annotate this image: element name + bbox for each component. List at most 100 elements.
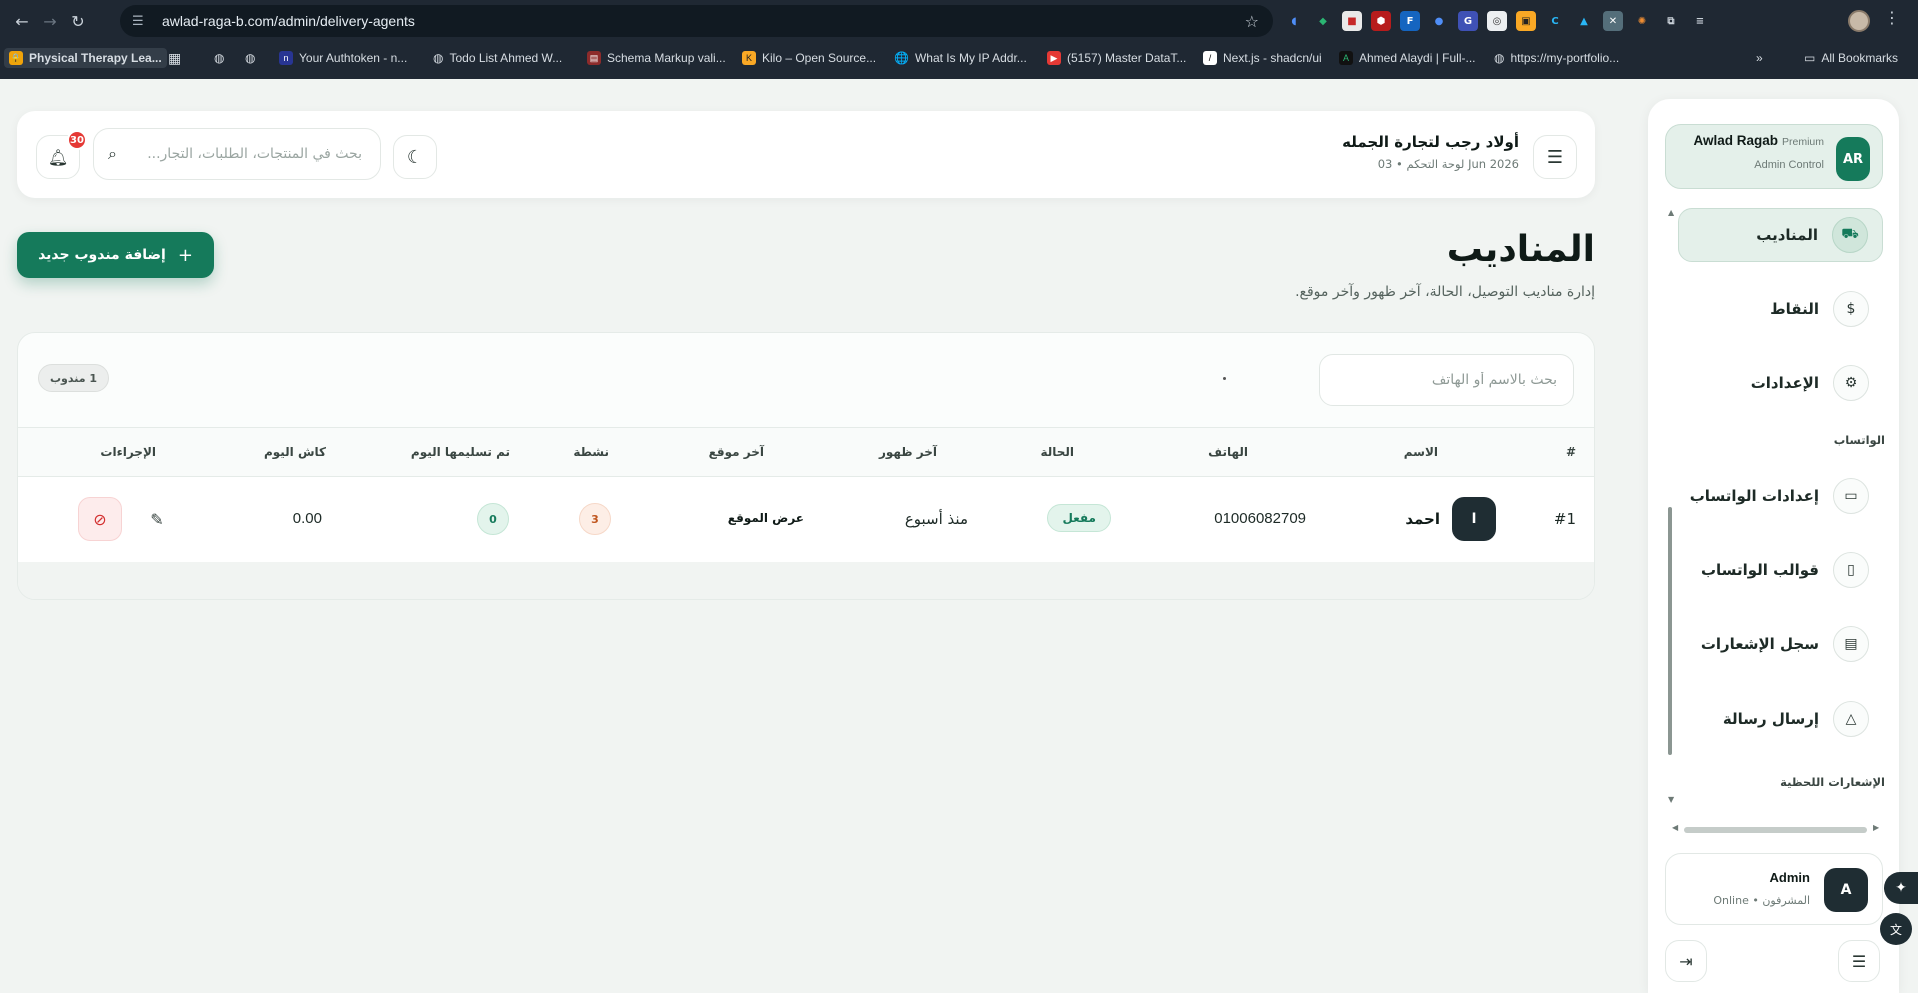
extension-icon[interactable]: ◎	[1487, 11, 1507, 31]
bookmarks-overflow-icon[interactable]: »	[1756, 48, 1763, 68]
address-bar[interactable]: ☰ awlad-raga-b.com/admin/delivery-agents…	[120, 5, 1273, 37]
globe-icon: 🌐	[894, 51, 909, 65]
back-icon[interactable]: ←	[8, 7, 36, 35]
reading-list-icon[interactable]: ≡	[1690, 11, 1710, 31]
view-location-link[interactable]: عرض الموقع	[728, 511, 804, 525]
tenant-profile-card[interactable]: AR Awlad Ragab Premium Admin Control	[1665, 124, 1883, 189]
notifications-button[interactable]: 🔔︎ 30	[36, 130, 87, 179]
extension-icon[interactable]: ⬢	[1371, 11, 1391, 31]
sidebar-item-whatsapp-settings[interactable]: إعدادات الواتساب ▭	[1678, 469, 1883, 523]
table-row[interactable]: #1 ا احمد 01006082709 مفعل منذ أسبوع عرض…	[18, 477, 1594, 562]
delete-button[interactable]: ⊘	[78, 497, 122, 541]
agents-search-input[interactable]	[1336, 372, 1557, 388]
agents-search	[1319, 354, 1574, 406]
sidebar-item-label: إعدادات الواتساب	[1689, 487, 1819, 505]
apps-grid-icon[interactable]: ▦	[168, 48, 181, 68]
site-info-icon[interactable]: ☰	[132, 14, 150, 29]
coin-icon: $	[1833, 291, 1869, 327]
warning-icon: △	[1833, 701, 1869, 737]
browser-profile-avatar[interactable]	[1848, 10, 1870, 32]
browser-chrome: ← → ↻ ☰ awlad-raga-b.com/admin/delivery-…	[0, 0, 1918, 79]
ai-assistant-button[interactable]: ✦	[1884, 872, 1918, 904]
bookmark-item[interactable]: A Ahmed Alaydi | Full-...	[1339, 48, 1476, 68]
col-phone: الهاتف	[1208, 445, 1248, 459]
plus-icon: +	[177, 244, 193, 266]
sidebar-scrollbar[interactable]	[1668, 507, 1672, 755]
admin-name: Admin	[1769, 870, 1810, 885]
extension-icon[interactable]: ✕	[1603, 11, 1623, 31]
logout-button[interactable]: ⇥	[1665, 940, 1707, 982]
sidebar-item-settings[interactable]: الإعدادات ⚙	[1678, 356, 1883, 410]
extension-icon[interactable]: F	[1400, 11, 1420, 31]
col-status: الحالة	[1040, 445, 1074, 459]
extensions-puzzle-icon[interactable]: ⧉	[1661, 11, 1681, 31]
bell-icon: 🔔︎	[47, 147, 69, 167]
bookmark-item[interactable]: 🔒 Physical Therapy Lea...	[4, 48, 167, 68]
bookmark-item[interactable]: ◍ Todo List Ahmed W...	[433, 48, 562, 68]
globe-icon: ◍	[1494, 51, 1505, 65]
sidebar-item-label: المناديب	[1756, 226, 1818, 244]
truck-icon: ⛟	[1832, 217, 1868, 253]
tenant-name: Awlad Ragab	[1693, 133, 1778, 148]
extension-icon[interactable]: ▣	[1516, 11, 1536, 31]
edit-button[interactable]: ✎	[135, 497, 179, 541]
scroll-up-icon[interactable]: ▲	[1668, 208, 1674, 217]
forward-icon[interactable]: →	[36, 7, 64, 35]
menu-toggle-button[interactable]: ☰	[1533, 135, 1577, 179]
bookmark-label: Next.js - shadcn/ui	[1223, 51, 1322, 65]
bookmark-item[interactable]: ▶ (5157) Master DataT...	[1047, 48, 1186, 68]
browser-menu-icon[interactable]: ⋮	[1884, 8, 1900, 27]
admin-user-card[interactable]: A Admin المشرفون • Online	[1665, 853, 1883, 925]
sidebar-item-whatsapp-templates[interactable]: قوالب الواتساب ▯	[1678, 543, 1883, 597]
translate-button[interactable]: 文	[1880, 913, 1912, 945]
ngrok-icon: n	[279, 51, 293, 65]
section-label-whatsapp: الواتساب	[1833, 433, 1885, 447]
bookmark-item[interactable]: 🌐 What Is My IP Addr...	[894, 48, 1027, 68]
extension-icon[interactable]: ◆	[1313, 11, 1333, 31]
url-text[interactable]: awlad-raga-b.com/admin/delivery-agents	[162, 13, 415, 29]
globe-icon[interactable]: ◍	[245, 48, 255, 68]
extension-icon[interactable]: ●	[1429, 11, 1449, 31]
scroll-left-icon[interactable]: ◀	[1672, 823, 1678, 832]
extension-icon[interactable]: ▲	[1574, 11, 1594, 31]
scroll-down-icon[interactable]: ▼	[1668, 795, 1674, 804]
theme-toggle-button[interactable]: ☾	[393, 135, 437, 179]
bookmark-label: Physical Therapy Lea...	[29, 51, 162, 65]
notification-count-badge: 30	[67, 130, 87, 150]
add-agent-button[interactable]: + إضافة مندوب جديد	[17, 232, 214, 278]
sidebar-collapse-button[interactable]: ☰	[1838, 940, 1880, 982]
global-search-input[interactable]	[116, 146, 362, 162]
extension-icon[interactable]: ✺	[1632, 11, 1652, 31]
bookmark-item[interactable]: / Next.js - shadcn/ui	[1203, 48, 1322, 68]
sidebar-item-send-message[interactable]: إرسال رسالة △	[1678, 692, 1883, 746]
bookmark-item[interactable]: ◍ https://my-portfolio...	[1494, 48, 1619, 68]
all-bookmarks[interactable]: ▭ All Bookmarks	[1804, 48, 1898, 68]
bookmark-item[interactable]: n Your Authtoken - n...	[279, 48, 407, 68]
reload-icon[interactable]: ↻	[64, 7, 92, 35]
agent-avatar-initial: ا	[1452, 497, 1496, 541]
lock-icon: 🔒	[9, 51, 23, 65]
page-title: المناديب	[1446, 229, 1595, 270]
agent-name[interactable]: احمد	[1405, 510, 1440, 528]
disable-icon: ⊘	[78, 497, 122, 541]
bookmark-label: (5157) Master DataT...	[1067, 51, 1187, 65]
delivered-count-badge: 0	[477, 503, 509, 535]
sidebar-horizontal-scrollbar[interactable]	[1684, 827, 1867, 833]
bookmark-item[interactable]: K Kilo – Open Source...	[742, 48, 876, 68]
active-count-badge: 3	[579, 503, 611, 535]
bookmark-item[interactable]: ▤ Schema Markup vali...	[587, 48, 726, 68]
bookmark-star-icon[interactable]: ☆	[1245, 12, 1259, 31]
sidebar-item-delivery-agents[interactable]: المناديب ⛟	[1678, 208, 1883, 262]
extension-icon[interactable]: C	[1545, 11, 1565, 31]
extension-icon[interactable]: ■	[1342, 11, 1362, 31]
hamburger-icon: ☰	[1851, 951, 1867, 971]
sidebar-item-points[interactable]: النقاط $	[1678, 282, 1883, 336]
col-cash-today: كاش اليوم	[263, 445, 326, 459]
extension-icon[interactable]: G	[1458, 11, 1478, 31]
kilo-icon: K	[742, 51, 756, 65]
sidebar-item-label: النقاط	[1770, 300, 1819, 318]
extension-icon[interactable]: ◖	[1284, 11, 1304, 31]
scroll-right-icon[interactable]: ▶	[1873, 823, 1879, 832]
globe-icon[interactable]: ◍	[214, 48, 224, 68]
sidebar-item-notifications-log[interactable]: سجل الإشعارات ▤	[1678, 617, 1883, 671]
